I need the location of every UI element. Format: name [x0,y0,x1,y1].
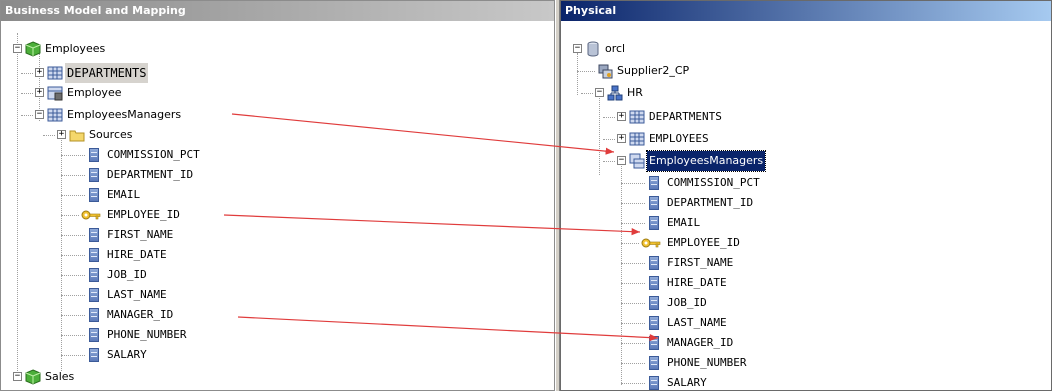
tree-label: orcl [605,42,626,55]
tree-label: FIRST_NAME [667,256,734,269]
column-icon [89,308,99,322]
column-icon [649,276,659,290]
tree-label: SALARY [107,348,147,361]
tree-label: HR [627,86,643,99]
collapse-toggle[interactable]: − [13,44,22,53]
expand-toggle[interactable]: + [617,134,626,143]
collapse-toggle[interactable]: − [13,372,22,381]
tree-label: MANAGER_ID [107,308,174,321]
tree-label: PHONE_NUMBER [667,356,747,369]
tree-label: Employees [45,42,106,55]
collapse-toggle[interactable]: − [617,156,626,165]
column-icon [649,376,659,390]
column-icon [89,168,99,182]
column-icon [89,268,99,282]
column-icon [89,328,99,342]
key-icon [641,238,661,248]
tree-label: PHONE_NUMBER [107,328,187,341]
dimension-table-icon [47,86,63,101]
tree-label: LAST_NAME [667,316,727,329]
tree-label: EMAIL [107,188,141,201]
tree-label: SALARY [667,376,707,389]
tree-label: FIRST_NAME [107,228,174,241]
column-icon [649,356,659,370]
expand-toggle[interactable]: + [57,130,66,139]
column-icon [649,316,659,330]
column-icon [649,196,659,210]
connection-pool-icon [598,64,613,79]
tree-label: JOB_ID [667,296,707,309]
column-icon [649,216,659,230]
column-icon [89,248,99,262]
collapse-toggle[interactable]: − [35,110,44,119]
column-icon [649,176,659,190]
tree-label: EmployeesManagers [645,150,767,172]
business-model-pane: Business Model and Mapping − Employees + [0,0,555,391]
table-icon [629,110,645,124]
table-icon [47,108,63,122]
tree-label: DEPARTMENTS [649,110,722,123]
tree-label: EMPLOYEES [649,132,709,145]
tree-label: Employee [67,86,122,99]
tree-label: JOB_ID [107,268,147,281]
tree-label: HIRE_DATE [107,248,167,261]
business-model-cube-icon [25,41,41,57]
business-model-tree: − Employees + DEPARTMENTS + Employee − E… [1,23,554,390]
tree-label: COMMISSION_PCT [667,176,760,189]
tree-label: EMPLOYEE_ID [667,236,740,249]
table-icon [47,66,63,80]
collapse-toggle[interactable]: − [595,88,604,97]
table-icon [629,132,645,146]
business-model-title: Business Model and Mapping [1,1,554,21]
expand-toggle[interactable]: + [35,88,44,97]
physical-title: Physical [561,1,1051,21]
schema-icon [607,85,623,101]
tree-label: EmployeesManagers [67,108,182,121]
alias-table-icon [629,153,645,169]
physical-pane: Physical − orcl Supplier2_CP − HR + DEPA… [560,0,1052,391]
column-icon [89,228,99,242]
expand-toggle[interactable]: + [35,68,44,77]
tree-label: Sales [45,370,75,383]
tree-label: DEPARTMENT_ID [107,168,194,181]
tree-label: HIRE_DATE [667,276,727,289]
folder-icon [69,130,85,142]
column-icon [89,188,99,202]
tree-label: MANAGER_ID [667,336,734,349]
column-icon [89,288,99,302]
tree-label: DEPARTMENTS [65,63,149,83]
physical-tree: − orcl Supplier2_CP − HR + DEPARTMENTS +… [561,23,1051,390]
database-icon [587,41,599,57]
tree-label: EMAIL [667,216,701,229]
tree-label: LAST_NAME [107,288,167,301]
column-icon [89,148,99,162]
column-icon [89,348,99,362]
tree-label: Supplier2_CP [617,64,690,77]
business-model-cube-icon [25,369,41,385]
collapse-toggle[interactable]: − [573,44,582,53]
tree-label: EMPLOYEE_ID [107,208,180,221]
tree-label: COMMISSION_PCT [107,148,200,161]
column-icon [649,336,659,350]
column-icon [649,256,659,270]
tree-label: Sources [89,128,133,141]
column-icon [649,296,659,310]
key-icon [81,210,101,220]
tree-label: DEPARTMENT_ID [667,196,754,209]
expand-toggle[interactable]: + [617,112,626,121]
